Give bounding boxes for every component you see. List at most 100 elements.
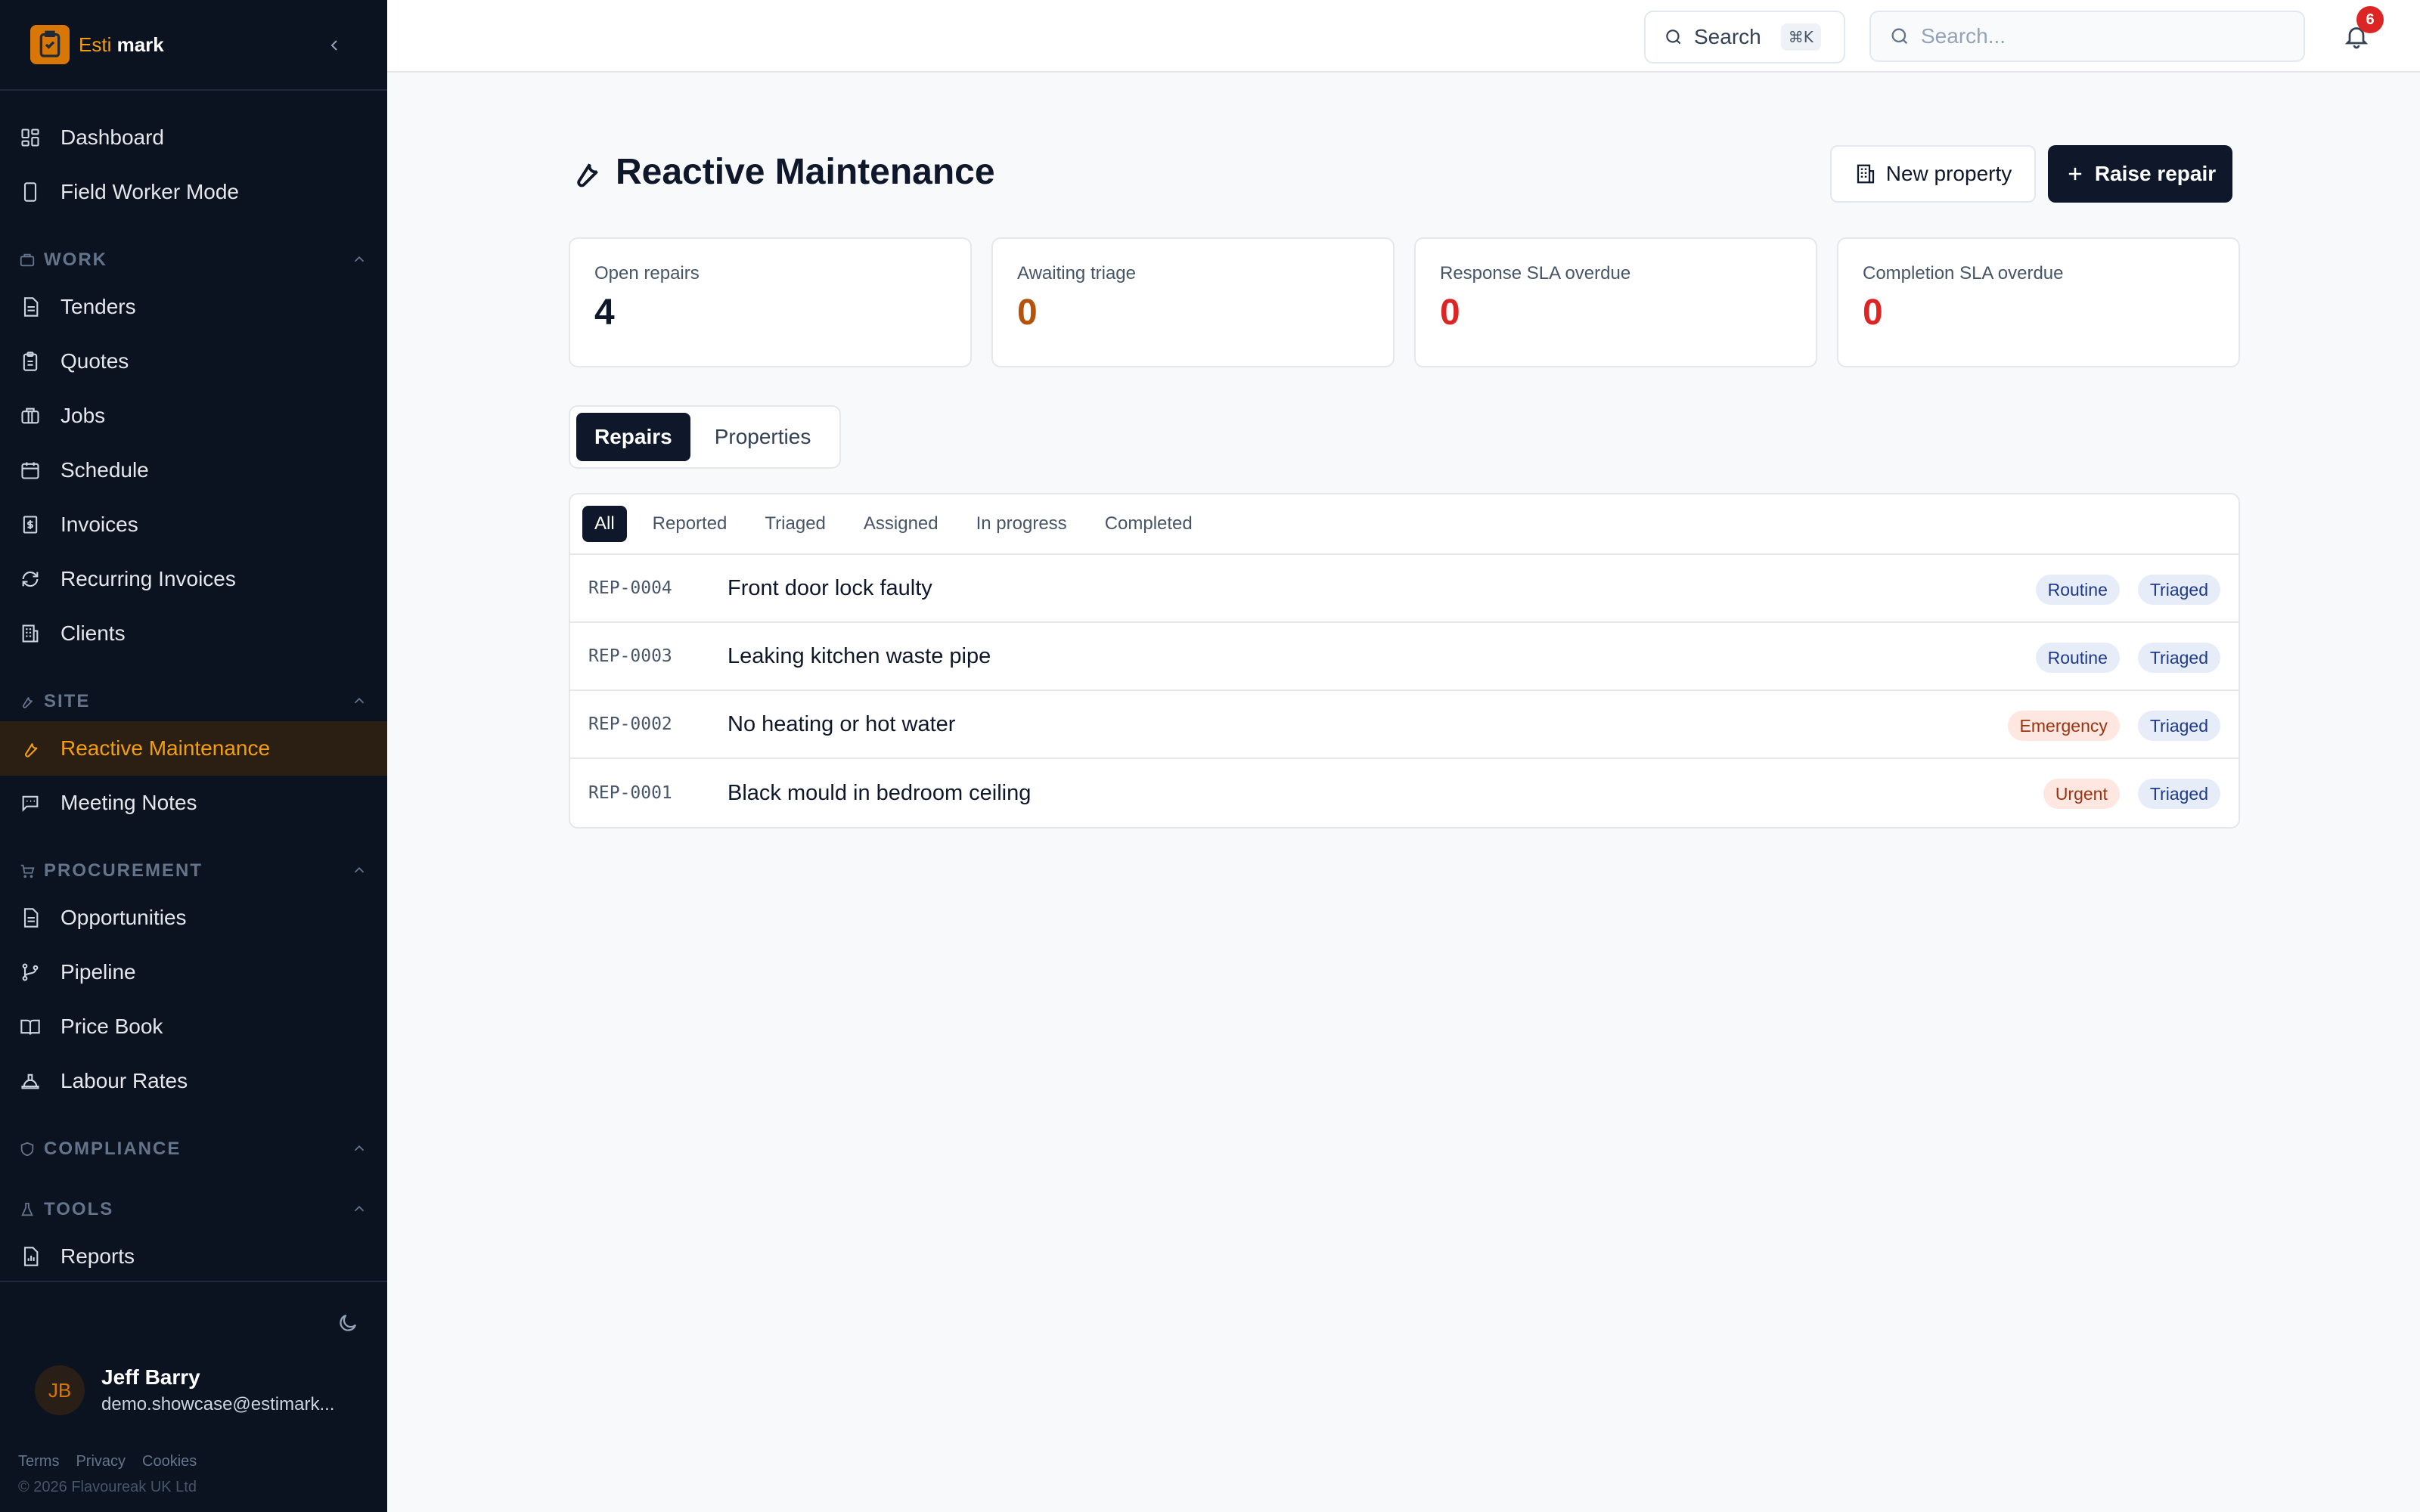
stats-row: Open repairs 4 Awaiting triage 0 Respons… [569, 237, 2240, 367]
sidebar-item-invoices[interactable]: Invoices [0, 497, 387, 552]
logo-part1: Esti [79, 33, 112, 56]
chevron-up-icon [351, 1140, 368, 1160]
section-site[interactable]: SITE [0, 686, 387, 717]
filter-completed[interactable]: Completed [1093, 506, 1205, 542]
new-property-label: New property [1885, 162, 2012, 185]
theme-toggle-button[interactable] [333, 1308, 363, 1338]
filter-in-progress[interactable]: In progress [964, 506, 1079, 542]
grid-icon [18, 125, 42, 150]
filter-all[interactable]: All [582, 506, 627, 542]
building-icon [18, 621, 42, 646]
stat-label: Awaiting triage [1017, 263, 1136, 284]
sidebar-item-label: Opportunities [60, 906, 187, 929]
user-menu[interactable]: JB Jeff Barry demo.showcase@estimark... [35, 1365, 334, 1415]
privacy-link[interactable]: Privacy [76, 1453, 126, 1470]
sidebar-item-opportunities[interactable]: Opportunities [0, 891, 387, 945]
footer-links: Terms Privacy Cookies [18, 1453, 197, 1470]
sidebar-item-label: Labour Rates [60, 1069, 188, 1092]
view-tabs: Repairs Properties [569, 405, 841, 469]
collapse-sidebar-button[interactable] [321, 32, 348, 59]
document-icon [18, 906, 42, 930]
filter-triaged[interactable]: Triaged [752, 506, 837, 542]
sidebar-item-clients[interactable]: Clients [0, 606, 387, 661]
sidebar-item-field-worker-mode[interactable]: Field Worker Mode [0, 165, 387, 219]
sidebar-item-dashboard[interactable]: Dashboard [0, 110, 387, 165]
sidebar-item-meeting-notes[interactable]: Meeting Notes [0, 776, 387, 830]
stat-completion-sla-overdue: Completion SLA overdue 0 [1837, 237, 2240, 367]
sidebar-item-labour-rates[interactable]: Labour Rates [0, 1054, 387, 1108]
section-tools[interactable]: TOOLS [0, 1194, 387, 1225]
repair-title: Black mould in bedroom ceiling [728, 780, 1032, 805]
avatar: JB [35, 1365, 85, 1415]
repair-title: Leaking kitchen waste pipe [728, 643, 991, 668]
sidebar-item-label: Dashboard [60, 125, 164, 149]
cart-icon [18, 862, 36, 880]
book-icon [18, 1015, 42, 1039]
search-icon [1891, 28, 1908, 45]
report-icon [18, 1244, 42, 1269]
filter-reported[interactable]: Reported [641, 506, 740, 542]
section-work[interactable]: WORK [0, 245, 387, 275]
section-compliance[interactable]: COMPLIANCE [0, 1134, 387, 1164]
sidebar-item-label: Reactive Maintenance [60, 736, 271, 760]
notification-count-badge: 6 [2356, 6, 2384, 33]
calendar-icon [18, 458, 42, 482]
phone-icon [18, 180, 42, 204]
sidebar-header: Esti mark [0, 0, 387, 91]
command-search-button[interactable]: Search ⌘K [1644, 11, 1845, 64]
filter-assigned[interactable]: Assigned [852, 506, 951, 542]
page-title: Reactive Maintenance [616, 152, 995, 192]
wrench-icon [18, 736, 42, 761]
status-badge: Triaged [2137, 711, 2220, 741]
user-name: Jeff Barry [101, 1365, 200, 1389]
table-row[interactable]: REP-0002 No heating or hot water Emergen… [570, 691, 2238, 759]
logo-text: Esti mark [79, 33, 164, 57]
section-procurement[interactable]: PROCUREMENT [0, 856, 387, 886]
sidebar-item-recurring-invoices[interactable]: Recurring Invoices [0, 552, 387, 606]
sidebar-item-label: Reports [60, 1244, 135, 1268]
refresh-icon [18, 567, 42, 591]
raise-repair-label: Raise repair [2094, 162, 2217, 185]
clipboard-icon [18, 349, 42, 373]
sidebar-item-label: Recurring Invoices [60, 567, 236, 590]
table-row[interactable]: REP-0001 Black mould in bedroom ceiling … [570, 759, 2238, 827]
stat-label: Response SLA overdue [1440, 263, 1631, 284]
stat-value: 0 [1863, 293, 1883, 333]
sidebar-item-label: Meeting Notes [60, 791, 197, 814]
tab-repairs[interactable]: Repairs [576, 413, 690, 461]
hard-hat-icon [18, 1069, 42, 1093]
sidebar-item-label: Tenders [60, 295, 136, 318]
stat-open-repairs: Open repairs 4 [569, 237, 972, 367]
search-field[interactable] [1869, 11, 2305, 62]
sidebar-item-tenders[interactable]: Tenders [0, 280, 387, 334]
chevron-left-icon [330, 40, 337, 51]
search-button-label: Search [1694, 25, 1761, 48]
logo-part2: mark [116, 33, 164, 56]
tab-properties[interactable]: Properties [697, 413, 830, 461]
new-property-button[interactable]: New property [1830, 145, 2036, 203]
search-icon [1666, 29, 1681, 45]
sidebar-item-price-book[interactable]: Price Book [0, 999, 387, 1054]
sidebar-item-label: Schedule [60, 458, 149, 482]
sidebar-item-label: Field Worker Mode [60, 180, 240, 203]
sidebar-item-reports[interactable]: Reports [0, 1229, 387, 1284]
raise-repair-button[interactable]: Raise repair [2048, 145, 2232, 203]
sidebar-item-pipeline[interactable]: Pipeline [0, 945, 387, 999]
chat-icon [18, 791, 42, 815]
sidebar-item-label: Pipeline [60, 960, 136, 984]
sidebar-item-jobs[interactable]: Jobs [0, 389, 387, 443]
repair-ref: REP-0002 [588, 714, 672, 734]
plus-icon [2068, 167, 2081, 181]
sidebar-item-reactive-maintenance[interactable]: Reactive Maintenance [0, 721, 387, 776]
sidebar-item-quotes[interactable]: Quotes [0, 334, 387, 389]
sidebar-item-schedule[interactable]: Schedule [0, 443, 387, 497]
table-row[interactable]: REP-0004 Front door lock faulty Routine … [570, 555, 2238, 623]
terms-link[interactable]: Terms [18, 1453, 59, 1470]
repair-ref: REP-0003 [588, 646, 672, 666]
stat-value: 0 [1017, 293, 1038, 333]
stat-label: Open repairs [594, 263, 700, 284]
table-row[interactable]: REP-0003 Leaking kitchen waste pipe Rout… [570, 623, 2238, 691]
stat-label: Completion SLA overdue [1863, 263, 2064, 284]
cookies-link[interactable]: Cookies [142, 1453, 197, 1470]
search-input[interactable] [1921, 24, 2284, 48]
